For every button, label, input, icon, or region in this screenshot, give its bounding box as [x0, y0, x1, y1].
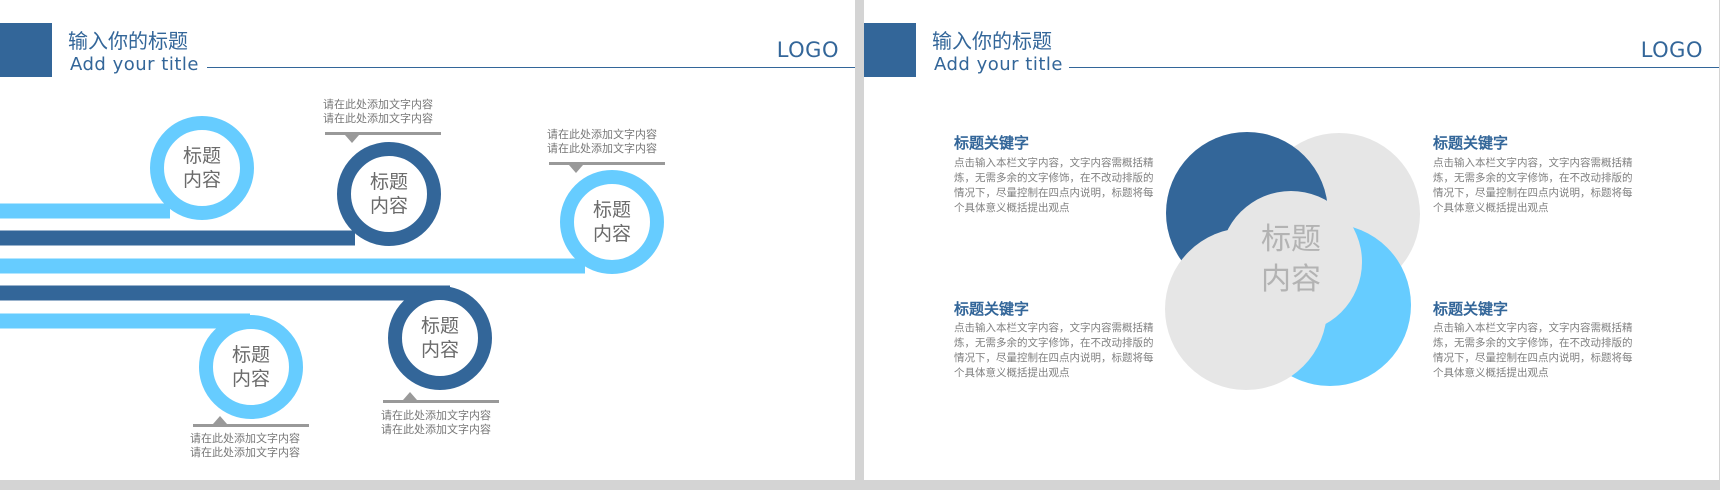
venn-center-line: 内容 [1261, 262, 1321, 297]
keyword-body-3: 点击输入本栏文字内容，文字内容需概括精炼，无需多余的文字修饰，在不改动排版的情况… [954, 322, 1154, 379]
keyword-body-1: 点击输入本栏文字内容，文字内容需概括精炼，无需多余的文字修饰，在不改动排版的情况… [954, 157, 1154, 214]
keyword-body-2: 点击输入本栏文字内容，文字内容需概括精炼，无需多余的文字修饰，在不改动排版的情况… [1433, 157, 1633, 214]
venn-graphic [1165, 132, 1420, 390]
keyword-title-2: 标题关键字 [1433, 134, 1509, 152]
keyword-title-3: 标题关键字 [954, 300, 1030, 318]
keyword-body-4: 点击输入本栏文字内容，文字内容需概括精炼，无需多余的文字修饰，在不改动排版的情况… [1433, 322, 1633, 379]
keyword-title-4: 标题关键字 [1433, 300, 1509, 318]
keyword-title-1: 标题关键字 [954, 134, 1030, 152]
venn-center-line: 标题 [1261, 222, 1321, 257]
venn-center-label: 标题 内容 [1216, 220, 1366, 300]
